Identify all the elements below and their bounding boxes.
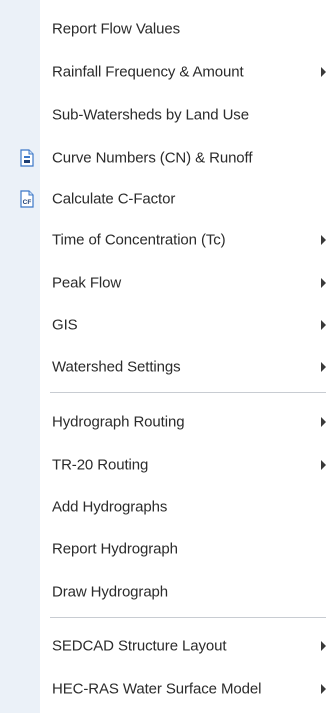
menu-item-report-flow-values[interactable]: Report Flow Values	[0, 10, 332, 48]
menu-item-label: Report Flow Values	[52, 20, 180, 38]
submenu-arrow-icon	[321, 684, 326, 694]
menu-item-label: Calculate C-Factor	[52, 190, 176, 208]
submenu-arrow-icon	[321, 417, 326, 427]
menu-item-hydrograph-routing[interactable]: Hydrograph Routing	[0, 403, 332, 441]
menu-item-label: Watershed Settings	[52, 358, 181, 376]
menu-item-label: Peak Flow	[52, 274, 122, 292]
menu-item-tr20-routing[interactable]: TR-20 Routing	[0, 446, 332, 484]
menu-item-watershed-settings[interactable]: Watershed Settings	[0, 348, 332, 386]
menu-item-label: TR-20 Routing	[52, 456, 149, 474]
menu-item-label: GIS	[52, 316, 78, 334]
menu-item-label: Report Hydrograph	[52, 540, 178, 558]
menu-item-rainfall-frequency[interactable]: Rainfall Frequency & Amount	[0, 53, 332, 91]
cn-document-icon	[20, 149, 34, 167]
menu-item-label: HEC-RAS Water Surface Model	[52, 680, 262, 698]
menu-item-gis[interactable]: GIS	[0, 306, 332, 344]
menu-item-label: Sub-Watersheds by Land Use	[52, 106, 249, 124]
menu-item-peak-flow[interactable]: Peak Flow	[0, 264, 332, 302]
submenu-arrow-icon	[321, 460, 326, 470]
submenu-arrow-icon	[321, 67, 326, 77]
menu-item-time-of-concentration[interactable]: Time of Concentration (Tc)	[0, 221, 332, 259]
menu-item-sub-watersheds[interactable]: Sub-Watersheds by Land Use	[0, 96, 332, 134]
menu-item-report-hydrograph[interactable]: Report Hydrograph	[0, 530, 332, 568]
menu-item-draw-hydrograph[interactable]: Draw Hydrograph	[0, 573, 332, 611]
cf-document-icon: CF	[20, 190, 34, 208]
submenu-arrow-icon	[321, 278, 326, 288]
menu-item-sedcad-structure-layout[interactable]: SEDCAD Structure Layout	[0, 627, 332, 665]
submenu-arrow-icon	[321, 641, 326, 651]
submenu-arrow-icon	[321, 362, 326, 372]
cf-icon-text: CF	[23, 199, 32, 206]
menu-item-hec-ras-model[interactable]: HEC-RAS Water Surface Model	[0, 670, 332, 708]
submenu-arrow-icon	[321, 235, 326, 245]
menu-item-calculate-c-factor[interactable]: CF Calculate C-Factor	[0, 180, 332, 218]
menu-item-label: Hydrograph Routing	[52, 413, 185, 431]
menu-separator	[50, 392, 326, 393]
menu-item-curve-numbers[interactable]: Curve Numbers (CN) & Runoff	[0, 139, 332, 177]
menu-item-add-hydrographs[interactable]: Add Hydrographs	[0, 488, 332, 526]
submenu-arrow-icon	[321, 320, 326, 330]
menu-item-label: Draw Hydrograph	[52, 583, 169, 601]
menu-separator	[50, 617, 326, 618]
menu-item-label: Time of Concentration (Tc)	[52, 231, 226, 249]
context-menu: Report Flow Values Rainfall Frequency & …	[0, 0, 332, 713]
menu-item-label: SEDCAD Structure Layout	[52, 637, 227, 655]
menu-item-label: Add Hydrographs	[52, 498, 168, 516]
menu-item-label: Curve Numbers (CN) & Runoff	[52, 149, 253, 167]
menu-item-label: Rainfall Frequency & Amount	[52, 63, 244, 81]
